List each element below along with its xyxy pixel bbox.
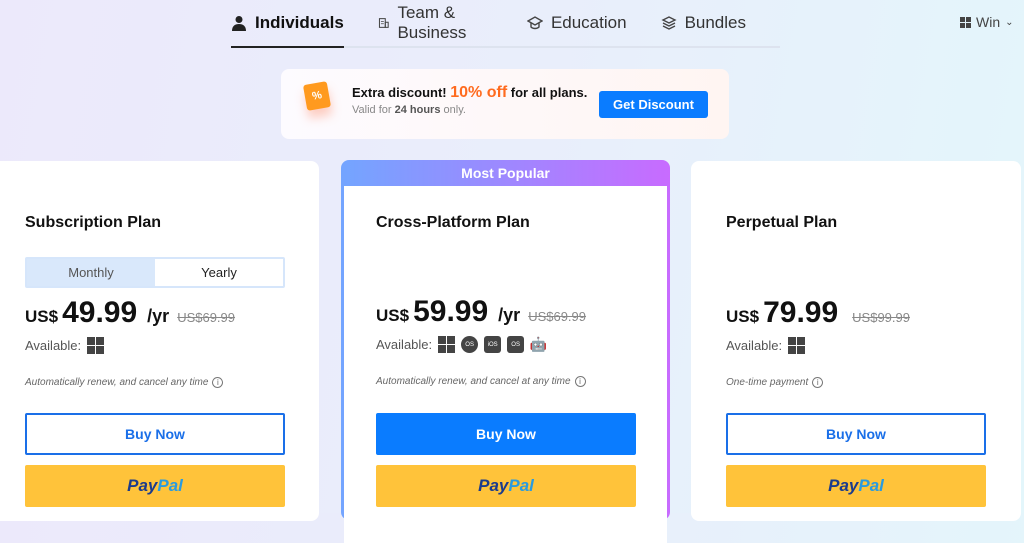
availability: Available: OS iOS OS 🤖 — [376, 336, 548, 353]
windows-icon — [960, 16, 971, 28]
tab-label: Education — [550, 13, 627, 32]
info-icon[interactable]: i — [812, 377, 824, 388]
plan-card-perpetual: Perpetual Plan US$ 79.99 US$99.99 Availabl… — [691, 161, 1021, 521]
most-popular-badge: Most Popular — [461, 165, 550, 181]
price: US$ 59.99/yr US$69.99 — [376, 295, 587, 328]
info-icon[interactable]: i — [212, 377, 224, 388]
price: US$ 49.99/yr US$69.99 — [25, 296, 236, 329]
buy-now-button[interactable]: Buy Now — [25, 413, 285, 455]
graduation-cap-icon — [526, 16, 543, 30]
os-label: Win — [976, 14, 1001, 30]
plan-note: Automatically renew, and cancel at any t… — [376, 376, 586, 387]
get-discount-button[interactable]: Get Discount — [599, 91, 708, 118]
tab-label: Bundles — [684, 13, 746, 32]
layers-icon — [660, 16, 677, 30]
promo-validity: Valid for 24 hours only. — [352, 104, 466, 116]
plan-note: Automatically renew, and cancel any time… — [25, 377, 224, 388]
plan-title: Subscription Plan — [25, 214, 162, 231]
plan-card-subscription: Subscription Plan Monthly Yearly US$ 49.99… — [0, 161, 319, 521]
paypal-button[interactable]: PayPal — [25, 465, 285, 507]
buy-now-button[interactable]: Buy Now — [376, 413, 636, 455]
promo-headline: Extra discount! 10% off for all plans. — [352, 84, 588, 101]
tab-team-business[interactable]: Team & Business — [378, 0, 493, 46]
toggle-monthly[interactable]: Monthly — [27, 259, 155, 286]
chevron-down-icon: ⌄ — [1005, 16, 1014, 28]
windows-icon — [87, 337, 105, 354]
windows-icon — [788, 337, 806, 354]
os-selector[interactable]: Win ⌄ — [960, 14, 1014, 30]
person-icon — [232, 16, 246, 31]
ipados-icon: OS — [507, 336, 525, 353]
ios-icon: iOS — [484, 336, 502, 353]
availability: Available: — [25, 337, 105, 354]
availability: Available: — [726, 337, 806, 354]
windows-icon — [438, 336, 456, 353]
buy-now-button[interactable]: Buy Now — [726, 413, 986, 455]
plan-title: Cross-Platform Plan — [376, 214, 530, 231]
tab-label: Team & Business — [397, 3, 467, 42]
price: US$ 79.99 US$99.99 — [726, 296, 910, 329]
android-icon: 🤖 — [529, 336, 548, 352]
paypal-button[interactable]: PayPal — [726, 465, 986, 507]
plan-tabs: Individuals Team & Business Education Bu… — [231, 0, 780, 48]
paypal-button[interactable]: PayPal — [376, 465, 636, 507]
tab-label: Individuals — [255, 13, 344, 32]
plan-title: Perpetual Plan — [726, 214, 838, 231]
tab-bundles[interactable]: Bundles — [660, 0, 746, 46]
plan-card-cross-platform: Most Popular Cross-Platform Plan US$ 59.9… — [341, 160, 670, 543]
promo-banner: % Extra discount! 10% off for all plans.… — [281, 69, 729, 139]
info-icon[interactable]: i — [574, 376, 586, 387]
tab-education[interactable]: Education — [526, 0, 627, 46]
plan-note: One-time payment i — [726, 377, 824, 388]
macos-icon: OS — [461, 336, 479, 353]
building-icon — [378, 18, 389, 28]
toggle-yearly[interactable]: Yearly — [155, 259, 283, 286]
discount-tag-icon: % — [302, 81, 332, 111]
billing-toggle: Monthly Yearly — [25, 257, 285, 288]
tab-individuals[interactable]: Individuals — [231, 0, 344, 48]
